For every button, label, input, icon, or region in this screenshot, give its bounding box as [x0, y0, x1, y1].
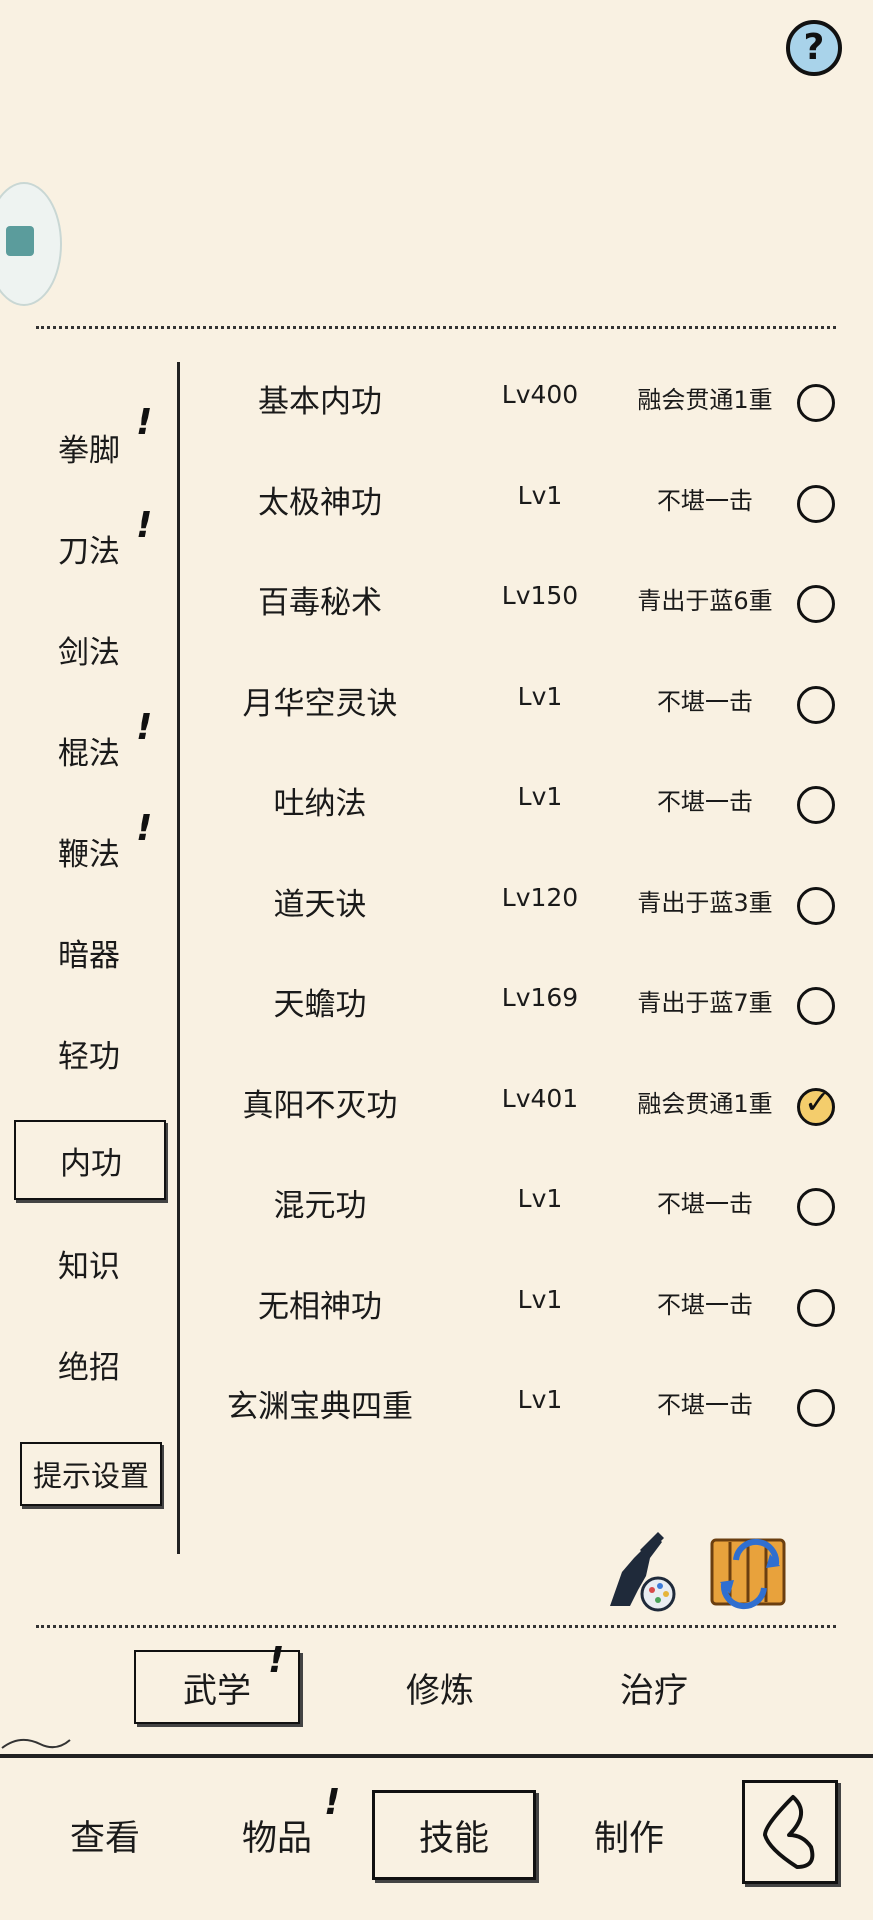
alert-mark: !	[324, 1782, 341, 1823]
skill-rank: 青出于蓝6重	[637, 587, 773, 615]
skill-row[interactable]: 混元功 Lv1 不堪一击	[180, 1152, 860, 1252]
help-button[interactable]: ?	[786, 20, 842, 76]
category-label: 轻功	[58, 1038, 120, 1075]
swap-scroll-icon[interactable]	[706, 1530, 794, 1614]
skill-row[interactable]: 太极神功 Lv1 不堪一击	[180, 449, 860, 549]
skill-row[interactable]: 道天诀 Lv120 青出于蓝3重	[180, 851, 860, 951]
category-label: 剑法	[58, 634, 120, 671]
skill-name: 天蟾功	[273, 987, 367, 1023]
back-button[interactable]	[742, 1780, 838, 1884]
subtab-xiulian[interactable]: 修炼	[360, 1650, 520, 1724]
skill-rank: 融会贯通1重	[637, 1090, 773, 1118]
tab-items[interactable]: 物品	[212, 1790, 342, 1880]
skill-select-radio[interactable]	[797, 585, 835, 623]
alert-mark: !	[136, 707, 153, 748]
category-zhishi[interactable]: 知识	[14, 1218, 166, 1308]
divider-middle	[36, 1625, 836, 1628]
tab-label: 制作	[593, 1818, 664, 1859]
back-icon	[763, 1795, 815, 1869]
skill-name: 基本内功	[258, 384, 382, 420]
skill-row[interactable]: 吐纳法 Lv1 不堪一击	[180, 750, 860, 850]
skill-rank: 不堪一击	[657, 487, 753, 515]
category-neigong[interactable]: 内功	[14, 1120, 166, 1200]
skill-row[interactable]: 天蟾功 Lv169 青出于蓝7重	[180, 951, 860, 1051]
category-label: 绝招	[58, 1349, 120, 1386]
skill-name: 吐纳法	[273, 786, 367, 822]
app-logo-icon	[6, 226, 34, 256]
category-juezhao[interactable]: 绝招	[14, 1319, 166, 1409]
skill-select-radio[interactable]	[797, 786, 835, 824]
subtab-label: 武学	[183, 1670, 251, 1711]
skill-rank: 不堪一击	[657, 1391, 753, 1419]
subtab-label: 治疗	[620, 1670, 688, 1711]
skill-select-radio[interactable]	[797, 1289, 835, 1327]
hint-settings-button[interactable]: 提示设置	[20, 1442, 162, 1506]
tab-label: 查看	[69, 1818, 140, 1859]
tab-skills[interactable]: 技能	[372, 1790, 536, 1880]
category-label: 鞭法	[58, 836, 120, 873]
skill-select-radio[interactable]	[797, 1389, 835, 1427]
skill-name: 太极神功	[258, 485, 382, 521]
alert-mark: !	[268, 1640, 285, 1681]
alert-mark: !	[136, 505, 153, 546]
skill-name: 真阳不灭功	[242, 1088, 398, 1124]
skill-select-radio[interactable]	[797, 987, 835, 1025]
skill-select-radio[interactable]	[797, 887, 835, 925]
tab-view[interactable]: 查看	[40, 1790, 170, 1880]
category-jianfa[interactable]: 剑法	[14, 604, 166, 694]
skill-row[interactable]: 无相神功 Lv1 不堪一击	[180, 1253, 860, 1353]
alert-mark: !	[136, 402, 153, 443]
skill-row[interactable]: 百毒秘术 Lv150 青出于蓝6重	[180, 549, 860, 649]
tab-craft[interactable]: 制作	[564, 1790, 694, 1880]
skill-rank: 融会贯通1重	[637, 386, 773, 414]
skill-name: 月华空灵诀	[242, 686, 398, 722]
skill-rank: 不堪一击	[657, 1291, 753, 1319]
skill-select-radio[interactable]	[797, 1188, 835, 1226]
skill-name: 百毒秘术	[258, 585, 382, 621]
skill-row[interactable]: 真阳不灭功 Lv401 融会贯通1重 ✓	[180, 1052, 860, 1152]
alert-mark: !	[136, 808, 153, 849]
checkmark-icon: ✓	[804, 1083, 831, 1121]
skill-rank: 青出于蓝3重	[637, 889, 773, 917]
category-label: 内功	[60, 1145, 122, 1182]
avatar[interactable]	[0, 182, 62, 306]
tab-label: 物品	[241, 1818, 312, 1859]
skill-name: 无相神功	[258, 1289, 382, 1325]
paint-figure-icon[interactable]	[600, 1528, 680, 1612]
subtab-zhiliao[interactable]: 治疗	[574, 1650, 734, 1724]
skill-select-radio[interactable]	[797, 485, 835, 523]
category-label: 棍法	[58, 735, 120, 772]
subtab-label: 修炼	[406, 1670, 474, 1711]
skill-select-radio[interactable]	[797, 686, 835, 724]
skill-rank: 青出于蓝7重	[637, 989, 773, 1017]
skill-name: 道天诀	[273, 887, 367, 923]
bottom-separator	[0, 1754, 873, 1758]
skill-row[interactable]: 基本内功 Lv400 融会贯通1重	[180, 348, 860, 448]
category-label: 拳脚	[58, 432, 120, 469]
skill-name: 混元功	[273, 1188, 367, 1224]
category-label: 暗器	[58, 937, 120, 974]
skill-select-radio[interactable]	[797, 384, 835, 422]
skill-rank: 不堪一击	[657, 788, 753, 816]
tab-label: 技能	[418, 1818, 489, 1859]
skill-select-radio[interactable]: ✓	[797, 1083, 835, 1126]
category-label: 知识	[58, 1248, 120, 1285]
category-qinggong[interactable]: 轻功	[14, 1008, 166, 1098]
skill-name: 玄渊宝典四重	[227, 1389, 413, 1425]
divider-top	[36, 326, 836, 329]
skill-rank: 不堪一击	[657, 1190, 753, 1218]
skill-rank: 不堪一击	[657, 688, 753, 716]
skill-row[interactable]: 玄渊宝典四重 Lv1 不堪一击	[180, 1353, 860, 1453]
skill-row[interactable]: 月华空灵诀 Lv1 不堪一击	[180, 650, 860, 750]
category-anqi[interactable]: 暗器	[14, 907, 166, 997]
category-label: 刀法	[58, 533, 120, 570]
